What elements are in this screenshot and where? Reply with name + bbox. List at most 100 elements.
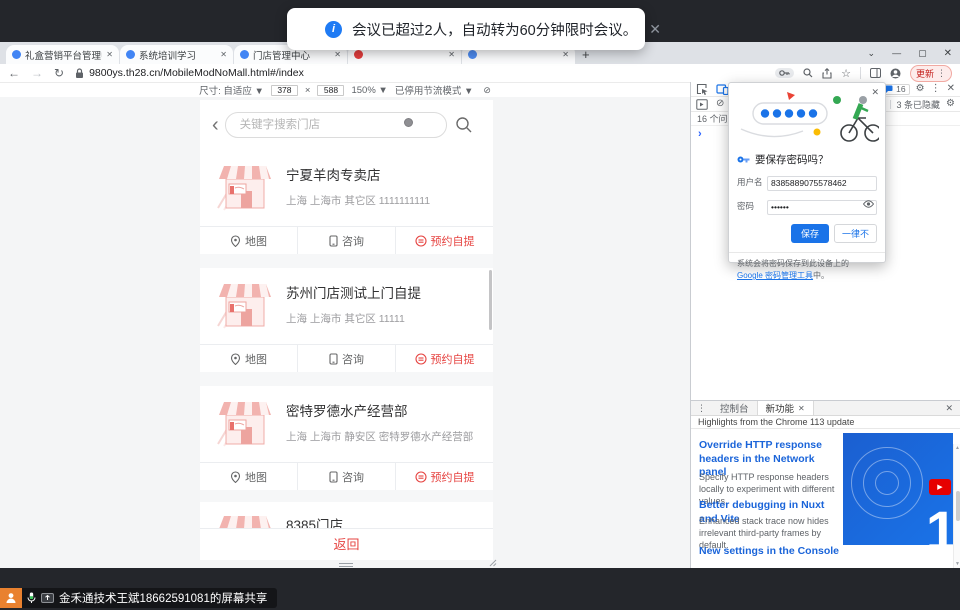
drawer-scrollbar[interactable]: ▲ ▼ bbox=[953, 444, 960, 568]
devtools-close-icon[interactable]: ✕ bbox=[947, 84, 955, 94]
device-size-select[interactable]: 尺寸: 自适应 ▼ bbox=[199, 83, 264, 97]
viewport-width-input[interactable] bbox=[271, 85, 298, 96]
share-icon[interactable] bbox=[822, 68, 832, 79]
devtools-toolbar-right: 16 ⚙ ⋮ ✕ bbox=[880, 84, 955, 95]
scrollbar-thumb[interactable] bbox=[956, 491, 960, 521]
profile-avatar[interactable] bbox=[890, 68, 901, 79]
bookmark-star-icon[interactable]: ☆ bbox=[841, 67, 851, 80]
password-field-wrap bbox=[767, 197, 877, 215]
tab-close-icon[interactable]: ✕ bbox=[334, 50, 341, 59]
viewport-corner-resize-handle[interactable] bbox=[489, 559, 497, 567]
tab-close-icon[interactable]: ✕ bbox=[448, 50, 455, 59]
password-key-icon[interactable] bbox=[775, 68, 794, 78]
mobile-back-icon[interactable]: ‹ bbox=[212, 115, 219, 135]
console-settings-icon[interactable]: ⚙ bbox=[946, 99, 955, 109]
reload-icon[interactable]: ↻ bbox=[54, 66, 64, 80]
presenter-button[interactable] bbox=[0, 588, 22, 608]
tab-console-drawer[interactable]: 控制台 bbox=[712, 401, 757, 415]
clear-console-icon[interactable]: ⊘ bbox=[716, 99, 724, 109]
lock-icon bbox=[75, 68, 84, 79]
dialog-buttons: 保存 一律不 bbox=[729, 215, 885, 243]
share-status: 金禾通技术王斌18662591081的屏幕共享 bbox=[22, 588, 277, 608]
never-button[interactable]: 一律不 bbox=[834, 224, 877, 243]
tab-close-icon[interactable]: ✕ bbox=[106, 50, 113, 59]
storefront-icon bbox=[214, 162, 274, 212]
tab-close-icon[interactable]: ✕ bbox=[798, 404, 805, 413]
password-manager-link[interactable]: Google 密码管理工具 bbox=[737, 271, 813, 280]
pickup-action[interactable]: 预约自提 bbox=[395, 345, 493, 372]
username-field-wrap bbox=[767, 173, 877, 191]
phone-icon bbox=[329, 353, 338, 365]
play-glyph: ▶ bbox=[937, 483, 942, 491]
dialog-close-icon[interactable]: ✕ bbox=[871, 87, 879, 98]
map-action[interactable]: 地图 bbox=[200, 463, 297, 490]
save-button[interactable]: 保存 bbox=[791, 224, 829, 243]
info-icon: i bbox=[325, 21, 342, 38]
map-action[interactable]: 地图 bbox=[200, 345, 297, 372]
return-button[interactable]: 返回 bbox=[200, 528, 493, 558]
search-icon[interactable] bbox=[455, 116, 473, 134]
pickup-icon bbox=[415, 471, 427, 483]
device-zoom-select[interactable]: 150% ▼ bbox=[351, 85, 387, 96]
page-scrollbar-thumb[interactable] bbox=[489, 270, 492, 330]
minimize-button[interactable]: — bbox=[892, 48, 901, 58]
map-pin-icon bbox=[230, 353, 241, 365]
show-password-eye-icon[interactable] bbox=[863, 200, 874, 208]
devtools-more-icon[interactable]: ⋮ bbox=[931, 84, 941, 94]
map-action[interactable]: 地图 bbox=[200, 227, 297, 254]
devtools-drawer: ⋮ 控制台 新功能 ✕ ✕ Highlights from the Chrome… bbox=[691, 400, 960, 568]
tab-gift-platform[interactable]: 礼盒营销平台管理中心 ✕ bbox=[6, 45, 119, 64]
network-disabled-icon: ⊘ bbox=[483, 85, 491, 96]
tab-favicon bbox=[240, 50, 249, 59]
dimensions-times: × bbox=[305, 85, 311, 96]
store-card[interactable]: 密特罗德水产经营部 上海 上海市 静安区 密特罗德水产经营部 地图 咨询 bbox=[200, 386, 493, 490]
inspect-element-icon[interactable] bbox=[696, 83, 708, 95]
tab-whats-new[interactable]: 新功能 ✕ bbox=[757, 401, 814, 415]
maximize-button[interactable]: ▢ bbox=[918, 48, 927, 59]
forward-icon[interactable]: → bbox=[31, 66, 43, 80]
pickup-action[interactable]: 预约自提 bbox=[395, 463, 493, 490]
toast-close-icon[interactable]: ✕ bbox=[649, 21, 661, 38]
tab-search-icon[interactable]: ⌄ bbox=[868, 48, 876, 59]
scroll-down-icon[interactable]: ▼ bbox=[955, 561, 960, 567]
card-gap bbox=[200, 254, 493, 268]
close-window-button[interactable]: ✕ bbox=[944, 48, 952, 59]
back-icon[interactable]: ← bbox=[8, 66, 20, 80]
tab-close-icon[interactable]: ✕ bbox=[220, 50, 227, 59]
store-card[interactable]: 苏州门店测试上门自提 上海 上海市 其它区 11111 地图 咨询 bbox=[200, 268, 493, 372]
scroll-up-icon[interactable]: ▲ bbox=[955, 445, 960, 451]
consult-action[interactable]: 咨询 bbox=[297, 345, 395, 372]
more-menu-icon[interactable]: ⋮ bbox=[937, 68, 946, 79]
map-label: 地图 bbox=[245, 351, 267, 367]
store-search-input[interactable] bbox=[225, 112, 447, 138]
consult-action[interactable]: 咨询 bbox=[297, 463, 395, 490]
settings-gear-icon[interactable]: ⚙ bbox=[916, 84, 925, 94]
username-field[interactable] bbox=[767, 176, 877, 191]
viewport-resize-handle[interactable] bbox=[339, 563, 353, 567]
pickup-action[interactable]: 预约自提 bbox=[395, 227, 493, 254]
url-text[interactable]: 9800ys.th28.cn/MobileModNoMall.html#/ind… bbox=[89, 67, 304, 79]
store-card[interactable]: 宁夏羊肉专卖店 上海 上海市 其它区 1111111111 地图 咨询 bbox=[200, 150, 493, 254]
mobile-search-header: ‹ bbox=[200, 100, 493, 150]
screen-share-icon[interactable] bbox=[41, 593, 54, 604]
microphone-icon[interactable] bbox=[27, 592, 36, 605]
tab-favicon bbox=[354, 50, 363, 59]
chrome-update-graphic: ▶ 1 bbox=[843, 433, 953, 545]
chrome-update-button[interactable]: 更新 ⋮ bbox=[910, 65, 952, 82]
zoom-icon[interactable] bbox=[803, 68, 813, 78]
tab-favicon bbox=[126, 50, 135, 59]
tab-training[interactable]: 系统培训学习 ✕ bbox=[120, 45, 233, 64]
throttling-select[interactable]: 已停用节流模式 ▼ bbox=[395, 83, 474, 97]
whats-new-link[interactable]: New settings in the Console bbox=[699, 545, 841, 559]
consult-action[interactable]: 咨询 bbox=[297, 227, 395, 254]
youtube-play-icon[interactable]: ▶ bbox=[929, 479, 951, 495]
password-field[interactable] bbox=[767, 200, 877, 215]
viewport-height-input[interactable] bbox=[317, 85, 344, 96]
console-sidebar-icon[interactable] bbox=[696, 99, 708, 110]
tab-label: 系统培训学习 bbox=[139, 48, 216, 62]
drawer-menu-icon[interactable]: ⋮ bbox=[691, 403, 712, 414]
drawer-close-icon[interactable]: ✕ bbox=[945, 403, 960, 414]
tab-close-icon[interactable]: ✕ bbox=[562, 50, 569, 59]
side-panel-icon[interactable] bbox=[870, 68, 881, 78]
store-actions: 地图 咨询 预约自提 bbox=[200, 462, 493, 490]
